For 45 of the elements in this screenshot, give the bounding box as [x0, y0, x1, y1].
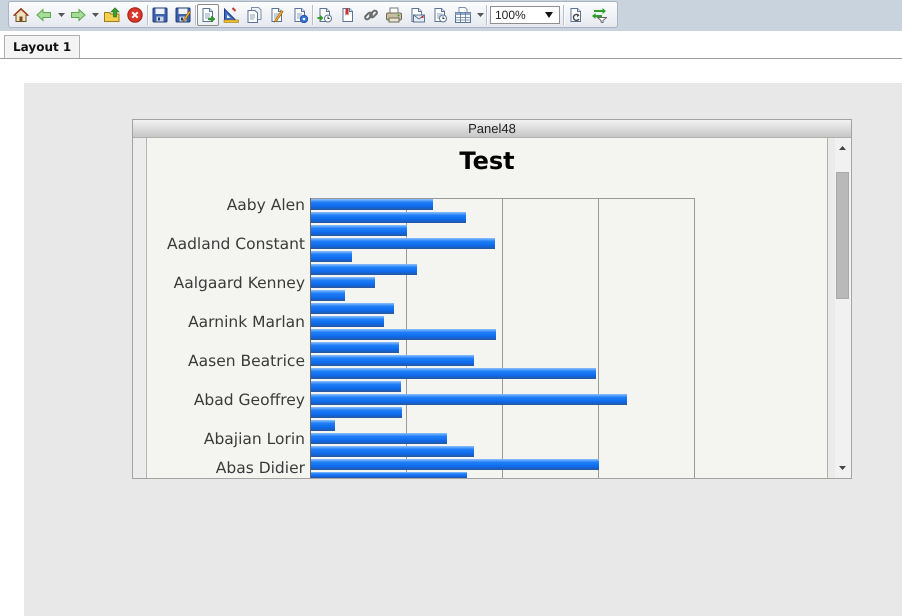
back-arrow-icon	[36, 6, 52, 22]
document-arrow-icon	[200, 6, 216, 22]
document-envelope-icon	[409, 6, 425, 22]
floppy-pencil-icon	[175, 6, 191, 22]
chain-link-icon	[363, 6, 379, 22]
home-icon	[13, 6, 29, 22]
printer-icon	[386, 6, 402, 22]
document-bookmark-icon	[340, 6, 356, 22]
panel-header: Panel48	[133, 120, 851, 138]
table-grid-icon	[455, 6, 471, 22]
tab[interactable]: Layout 1	[4, 35, 80, 58]
category-label: Aasen Beatrice	[188, 352, 305, 370]
documents-icon	[246, 6, 262, 22]
ruler-triangle-icon	[223, 6, 239, 22]
caret-icon	[92, 12, 98, 16]
scrollbar-thumb[interactable]	[836, 172, 849, 299]
arrows-funnel-icon	[591, 6, 607, 22]
scrollbar-track[interactable]	[827, 138, 850, 478]
category-label: Aadland Constant	[166, 235, 305, 253]
document-arrow-button[interactable]	[197, 4, 219, 26]
close-icon	[127, 6, 143, 22]
folder-arrow-icon	[104, 6, 120, 22]
zoom-select[interactable]: 100%	[490, 6, 560, 24]
document-clock-icon	[432, 6, 448, 22]
forward-arrow-icon	[70, 6, 86, 22]
down-arrow-icon	[839, 466, 846, 470]
document-refresh-icon	[568, 6, 584, 22]
bar	[311, 420, 335, 431]
bar	[311, 290, 345, 301]
bar	[311, 251, 352, 262]
category-label: Abad Geoffrey	[194, 391, 305, 409]
category-label: Abas Didier	[216, 459, 305, 477]
category-label: Aaby Alen	[226, 196, 305, 214]
dropdown-arrow-icon	[545, 12, 553, 18]
category-label: Aalgaard Kenney	[174, 274, 305, 292]
up-arrow-icon	[839, 146, 846, 150]
document-pencil-icon	[269, 6, 285, 22]
bar	[311, 277, 375, 288]
caret-icon	[476, 12, 484, 16]
document-clock-arrow-icon	[317, 6, 333, 22]
caret-icon	[58, 12, 64, 16]
chart-title: Test	[459, 146, 515, 176]
document-badge-icon	[292, 6, 308, 22]
category-label: Aarnink Marlan	[188, 313, 305, 331]
category-label: Abajian Lorin	[204, 430, 305, 448]
